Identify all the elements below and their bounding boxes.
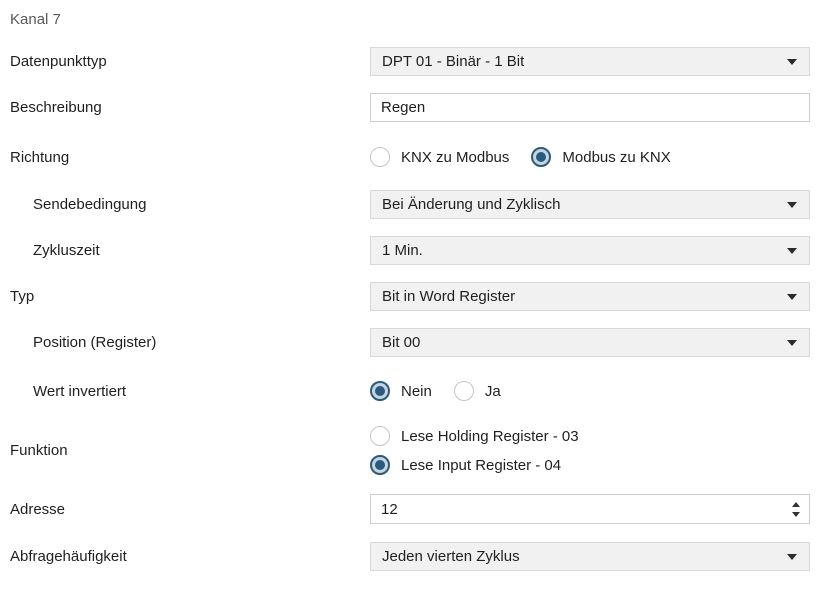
sendebedingung-dropdown[interactable]: Bei Änderung und Zyklisch <box>370 190 810 219</box>
chevron-down-icon <box>787 340 797 346</box>
richtung-radio-group: KNX zu Modbus Modbus zu KNX <box>370 147 810 167</box>
datenpunkttyp-dropdown[interactable]: DPT 01 - Binär - 1 Bit <box>370 47 810 76</box>
radio-label: Lese Holding Register - 03 <box>401 428 579 445</box>
adresse-number-field <box>370 494 810 524</box>
radio-label: Modbus zu KNX <box>562 149 670 166</box>
row-position-register: Position (Register) Bit 00 <box>0 328 810 357</box>
abfragehaeufigkeit-dropdown[interactable]: Jeden vierten Zyklus <box>370 542 810 571</box>
radio-icon-selected <box>370 455 390 475</box>
channel-header: Kanal 7 <box>10 11 61 28</box>
dropdown-selected-value: DPT 01 - Binär - 1 Bit <box>382 53 524 70</box>
radio-option-nein[interactable]: Nein <box>370 381 432 401</box>
radio-icon-selected <box>370 381 390 401</box>
row-adresse: Adresse <box>0 494 810 524</box>
field-label-sendebedingung: Sendebedingung <box>0 196 370 213</box>
radio-label: Ja <box>485 383 501 400</box>
field-label-funktion: Funktion <box>0 442 370 459</box>
radio-label: Lese Input Register - 04 <box>401 457 561 474</box>
row-datenpunkttyp: Datenpunkttyp DPT 01 - Binär - 1 Bit <box>0 47 810 76</box>
field-label-abfragehaeufigkeit: Abfragehäufigkeit <box>0 548 370 565</box>
dropdown-selected-value: Jeden vierten Zyklus <box>382 548 520 565</box>
chevron-down-icon <box>787 248 797 254</box>
field-label-position-register: Position (Register) <box>0 334 370 351</box>
row-abfragehaeufigkeit: Abfragehäufigkeit Jeden vierten Zyklus <box>0 542 810 571</box>
radio-option-modbus-zu-knx[interactable]: Modbus zu KNX <box>531 147 670 167</box>
field-label-richtung: Richtung <box>0 149 370 166</box>
field-label-datenpunkttyp: Datenpunkttyp <box>0 53 370 70</box>
row-typ: Typ Bit in Word Register <box>0 282 810 311</box>
adresse-input[interactable] <box>370 494 810 524</box>
position-register-dropdown[interactable]: Bit 00 <box>370 328 810 357</box>
spinner-down-button[interactable] <box>792 512 800 517</box>
row-wert-invertiert: Wert invertiert Nein Ja <box>0 378 810 404</box>
parameter-panel: Kanal 7 Datenpunkttyp DPT 01 - Binär - 1… <box>0 0 829 594</box>
chevron-down-icon <box>787 294 797 300</box>
radio-label: Nein <box>401 383 432 400</box>
radio-icon-unselected <box>370 147 390 167</box>
row-sendebedingung: Sendebedingung Bei Änderung und Zyklisch <box>0 190 810 219</box>
radio-option-knx-zu-modbus[interactable]: KNX zu Modbus <box>370 147 509 167</box>
zykluszeit-dropdown[interactable]: 1 Min. <box>370 236 810 265</box>
row-zykluszeit: Zykluszeit 1 Min. <box>0 236 810 265</box>
dropdown-selected-value: Bit in Word Register <box>382 288 515 305</box>
chevron-down-icon <box>787 554 797 560</box>
typ-dropdown[interactable]: Bit in Word Register <box>370 282 810 311</box>
radio-option-ja[interactable]: Ja <box>454 381 501 401</box>
dropdown-selected-value: Bit 00 <box>382 334 420 351</box>
dropdown-selected-value: Bei Änderung und Zyklisch <box>382 196 560 213</box>
chevron-down-icon <box>787 202 797 208</box>
dropdown-selected-value: 1 Min. <box>382 242 423 259</box>
radio-icon-selected <box>531 147 551 167</box>
radio-option-lese-holding-register[interactable]: Lese Holding Register - 03 <box>370 423 810 449</box>
radio-icon-unselected <box>454 381 474 401</box>
field-label-wert-invertiert: Wert invertiert <box>0 383 370 400</box>
wert-invertiert-radio-group: Nein Ja <box>370 381 810 401</box>
chevron-down-icon <box>787 59 797 65</box>
radio-option-lese-input-register[interactable]: Lese Input Register - 04 <box>370 452 810 478</box>
radio-label: KNX zu Modbus <box>401 149 509 166</box>
row-richtung: Richtung KNX zu Modbus Modbus zu KNX <box>0 144 810 170</box>
spinner-up-button[interactable] <box>792 502 800 507</box>
field-label-zykluszeit: Zykluszeit <box>0 242 370 259</box>
field-label-beschreibung: Beschreibung <box>0 99 370 116</box>
number-spinner <box>792 494 800 524</box>
row-beschreibung: Beschreibung <box>0 93 810 122</box>
beschreibung-input[interactable] <box>370 93 810 122</box>
funktion-radio-group: Lese Holding Register - 03 Lese Input Re… <box>370 423 810 478</box>
field-label-typ: Typ <box>0 288 370 305</box>
row-funktion: Funktion Lese Holding Register - 03 Lese… <box>0 423 810 478</box>
radio-icon-unselected <box>370 426 390 446</box>
field-label-adresse: Adresse <box>0 501 370 518</box>
